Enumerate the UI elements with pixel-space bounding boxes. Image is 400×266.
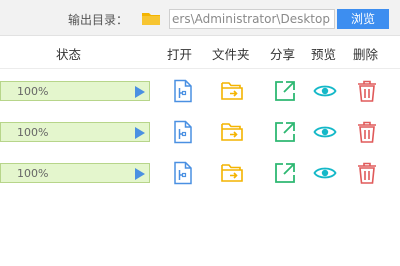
play-icon[interactable]	[135, 168, 145, 180]
share-icon[interactable]	[273, 161, 297, 185]
header-divider	[0, 68, 400, 69]
eye-icon[interactable]	[313, 120, 337, 144]
open-file-icon[interactable]	[171, 79, 195, 103]
column-header-delete: 删除	[353, 47, 379, 62]
browse-button[interactable]: 浏览	[337, 9, 389, 29]
column-header-status: 状态	[56, 47, 82, 62]
column-header-folder: 文件夹	[212, 47, 250, 62]
table-row: 100%	[0, 161, 400, 185]
progress-text: 100%	[17, 126, 49, 139]
progress-bar: 100%	[0, 122, 150, 142]
eye-icon[interactable]	[313, 161, 337, 185]
eye-icon[interactable]	[313, 79, 337, 103]
output-path-input[interactable]	[169, 9, 335, 29]
open-file-icon[interactable]	[171, 120, 195, 144]
column-header-share: 分享	[270, 47, 296, 62]
progress-bar: 100%	[0, 81, 150, 101]
folder-icon[interactable]	[141, 10, 161, 26]
folder-icon[interactable]	[220, 161, 244, 185]
progress-text: 100%	[17, 85, 49, 98]
trash-icon[interactable]	[355, 120, 379, 144]
folder-icon[interactable]	[220, 120, 244, 144]
table-row: 100%	[0, 120, 400, 144]
output-dir-label: 输出目录：	[68, 13, 129, 27]
trash-icon[interactable]	[355, 161, 379, 185]
column-header-preview: 预览	[311, 47, 337, 62]
folder-icon[interactable]	[220, 79, 244, 103]
trash-icon[interactable]	[355, 79, 379, 103]
progress-text: 100%	[17, 167, 49, 180]
share-icon[interactable]	[273, 120, 297, 144]
play-icon[interactable]	[135, 127, 145, 139]
toolbar: 输出目录： 浏览	[0, 0, 400, 36]
share-icon[interactable]	[273, 79, 297, 103]
open-file-icon[interactable]	[171, 161, 195, 185]
progress-bar: 100%	[0, 163, 150, 183]
table-row: 100%	[0, 79, 400, 103]
column-header-open: 打开	[167, 47, 193, 62]
play-icon[interactable]	[135, 86, 145, 98]
